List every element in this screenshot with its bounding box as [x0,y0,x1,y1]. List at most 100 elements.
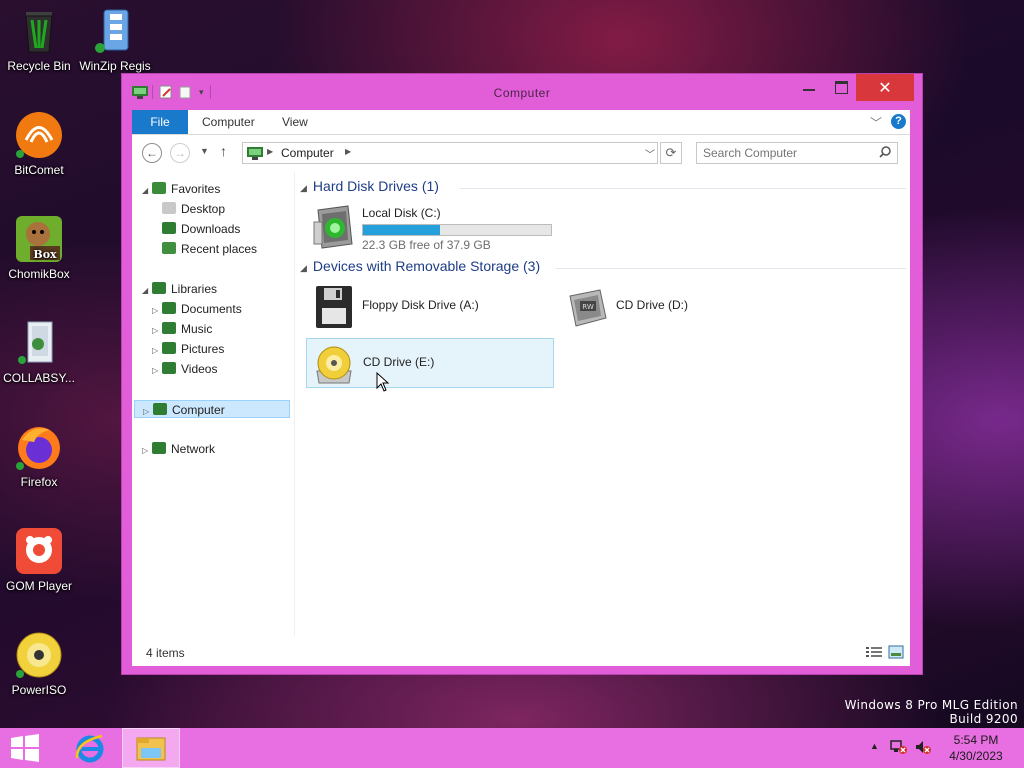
help-icon[interactable]: ? [891,114,906,129]
watermark-line-2: Build 9200 [949,712,1018,726]
desktop-icon-firefox[interactable]: Firefox [0,422,78,489]
network-status-icon[interactable] [890,739,908,758]
videos-icon [162,362,176,374]
volume-muted-icon[interactable] [914,739,932,758]
group-title: Devices with Removable Storage (3) [312,258,541,274]
up-arrow-icon[interactable]: ↑ [220,143,227,159]
breadcrumb-separator-icon[interactable]: ▶ [345,147,351,156]
explorer-window: ▾ Computer ✕ File Computer View ﹀ ? ← → … [122,74,922,674]
desktop-icon-label: COLLABSY... [3,371,75,385]
desktop-folder-icon [162,202,176,214]
drive-free-space: 22.3 GB free of 37.9 GB [362,238,491,252]
minimize-button[interactable] [794,74,824,100]
nav-label: Music [181,322,213,336]
taskbar-file-explorer[interactable] [122,728,180,768]
collapsed-arrow-icon[interactable]: ▷ [152,302,162,320]
internet-explorer-icon [75,734,104,763]
expanded-arrow-icon: ◢ [300,183,307,193]
maximize-button[interactable] [826,74,856,100]
collapsed-arrow-icon[interactable]: ▷ [142,442,152,460]
nav-label: Pictures [181,342,225,356]
documents-icon [162,302,176,314]
nav-network[interactable]: ▷ Network [142,440,215,458]
title-bar[interactable]: ▾ Computer ✕ [122,74,922,110]
arrow-right-icon: → [174,146,186,160]
nav-videos[interactable]: ▷ Videos [152,360,217,378]
taskbar-internet-explorer[interactable] [66,728,114,768]
large-icons-view-icon[interactable] [888,645,904,662]
nav-pictures[interactable]: ▷ Pictures [152,340,224,358]
recent-locations-dropdown[interactable]: ▼ [200,146,209,156]
file-explorer-icon [136,737,166,761]
nav-computer[interactable]: ▷ Computer [134,400,290,418]
breadcrumb-computer[interactable]: Computer [281,146,334,160]
bitcomet-icon [14,110,64,160]
winzip-icon [90,6,140,56]
back-button[interactable]: ← [142,143,162,163]
search-box[interactable] [696,142,898,164]
desktop-icon-gom-player[interactable]: GOM Player [0,526,78,593]
pane-divider[interactable] [294,172,295,636]
collabsy-icon [14,318,64,368]
address-dropdown-icon[interactable]: ﹀ [645,146,655,161]
drive-d[interactable]: RW CD Drive (D:) [560,282,808,332]
tab-view[interactable]: View [282,110,308,134]
search-input[interactable] [701,145,875,161]
gom-player-icon [14,526,64,576]
expanded-arrow-icon[interactable]: ◢ [142,282,152,300]
navigation-pane: ◢ Favorites Desktop Downloads Recent plac… [132,172,294,636]
nav-downloads[interactable]: Downloads [162,220,240,238]
nav-desktop[interactable]: Desktop [162,200,225,218]
group-title: Hard Disk Drives (1) [312,178,439,194]
desktop-icon-winzip[interactable]: WinZip Regis [76,6,154,73]
desktop-icon-poweriso[interactable]: PowerISO [0,630,78,697]
address-bar[interactable]: ▶ Computer ▶ ﹀ [242,142,658,164]
nav-recent-places[interactable]: Recent places [162,240,257,258]
show-hidden-icons-icon[interactable]: ▲ [870,741,879,751]
nav-libraries[interactable]: ◢ Libraries [142,280,217,298]
expand-ribbon-icon[interactable]: ﹀ [870,114,882,131]
collapsed-arrow-icon[interactable]: ▷ [152,322,162,340]
expanded-arrow-icon[interactable]: ◢ [142,182,152,200]
nav-favorites[interactable]: ◢ Favorites [142,180,220,198]
star-icon [152,182,166,194]
desktop-icon-collabsy[interactable]: COLLABSY... [0,318,78,385]
details-view-icon[interactable] [866,646,882,661]
group-header-removable-storage[interactable]: ◢ Devices with Removable Storage (3) [300,258,906,278]
drive-e[interactable]: CD Drive (E:) [306,338,554,388]
nav-documents[interactable]: ▷ Documents [152,300,242,318]
music-icon [162,322,176,334]
libraries-icon [152,282,166,294]
forward-button[interactable]: → [170,143,190,163]
nav-label: Videos [181,362,218,376]
group-header-hard-disk-drives[interactable]: ◢ Hard Disk Drives (1) [300,178,906,198]
nav-label: Recent places [181,242,258,256]
start-button[interactable] [0,728,50,768]
system-clock[interactable]: 5:54 PM 4/30/2023 [936,732,1016,764]
search-icon[interactable] [879,146,891,161]
close-button[interactable]: ✕ [856,74,914,101]
network-icon [152,442,166,454]
watermark-line-1: Windows 8 Pro MLG Edition [844,698,1018,712]
clock-date: 4/30/2023 [949,749,1003,763]
rw-badge: RW [582,303,594,311]
downloads-folder-icon [162,222,176,234]
collapsed-arrow-icon[interactable]: ▷ [143,403,153,421]
nav-music[interactable]: ▷ Music [152,320,212,338]
computer-icon [153,403,167,415]
drive-c[interactable]: Local Disk (C:) 22.3 GB free of 37.9 GB [306,202,554,252]
breadcrumb-separator-icon[interactable]: ▶ [267,147,273,156]
tab-computer[interactable]: Computer [202,110,255,134]
drive-a[interactable]: Floppy Disk Drive (A:) [306,282,554,332]
desktop-icon-recycle-bin[interactable]: Recycle Bin [0,6,78,73]
item-count: 4 items [146,646,185,660]
recycle-bin-icon [14,6,64,56]
desktop-icon-bitcomet[interactable]: BitComet [0,110,78,177]
nav-label: Favorites [171,182,221,196]
collapsed-arrow-icon[interactable]: ▷ [152,362,162,380]
floppy-disk-icon [312,284,354,330]
collapsed-arrow-icon[interactable]: ▷ [152,342,162,360]
refresh-button[interactable]: ⟳ [660,142,682,164]
tab-file[interactable]: File [132,110,188,134]
desktop-icon-chomikbox[interactable]: Box ChomikBox [0,214,78,281]
